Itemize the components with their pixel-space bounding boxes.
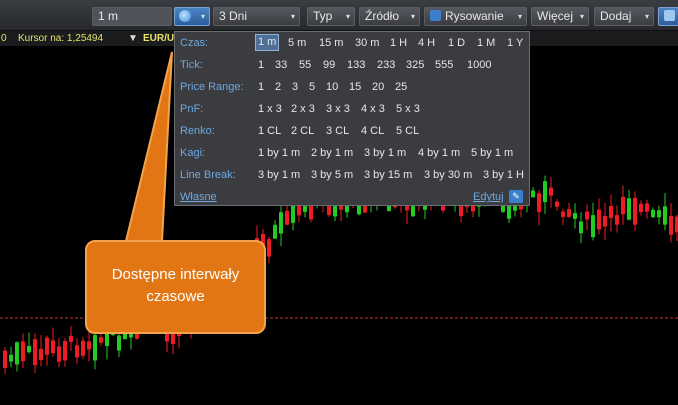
- callout-arrow: [124, 51, 173, 242]
- callout-box: Dostępne interwały czasowe: [85, 240, 266, 334]
- callout-pointer: [124, 51, 173, 242]
- callout-line-1: Dostępne interwały: [111, 266, 240, 283]
- callout-line-2: czasowe: [146, 288, 205, 305]
